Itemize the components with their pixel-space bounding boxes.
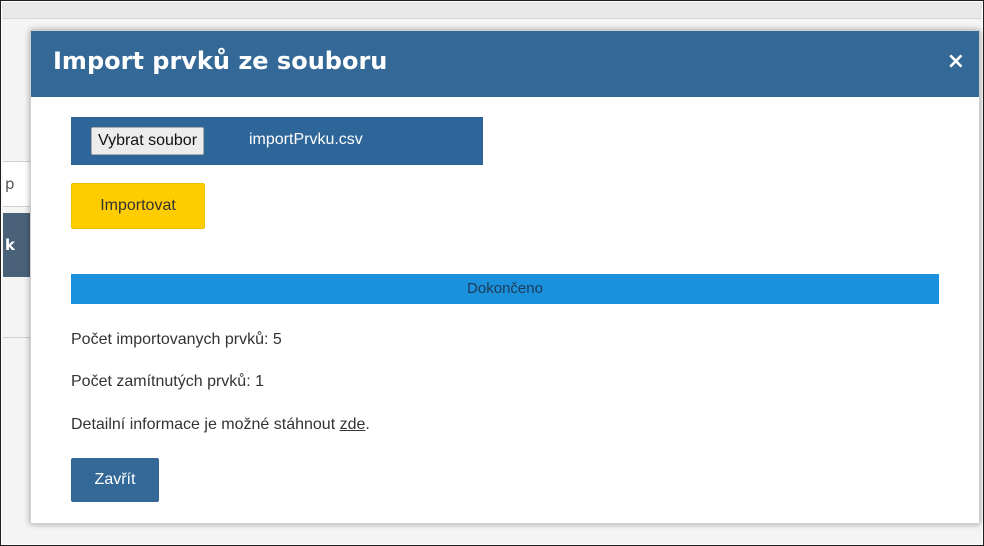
import-dialog: Import prvků ze souboru × Vybrat soubor … [30, 30, 980, 524]
background-top-strip [2, 2, 982, 19]
file-input[interactable]: Vybrat soubor importPrvku.csv [71, 117, 483, 165]
close-icon[interactable]: × [947, 51, 965, 73]
rejected-count-line: Počet zamítnutých prvků: 1 [71, 373, 264, 391]
details-line: Detailní informace je možné stáhnout zde… [71, 416, 370, 434]
details-text: Detailní informace je možné stáhnout [71, 416, 336, 433]
details-suffix: . [365, 416, 370, 433]
details-download-link[interactable]: zde [340, 416, 366, 433]
dialog-header: Import prvků ze souboru × [31, 31, 979, 97]
background-row-fragment [3, 277, 31, 338]
imported-count-label: Počet importovanych prvků: [71, 331, 269, 348]
choose-file-button[interactable]: Vybrat soubor [91, 127, 205, 155]
progress-label: Dokončeno [467, 280, 543, 297]
imported-count-value: 5 [272, 331, 282, 348]
close-button[interactable]: Zavřít [71, 458, 159, 502]
progress-bar: Dokončeno [71, 274, 939, 304]
screenshot-frame: p k Import prvků ze souboru × Vybrat sou… [0, 0, 984, 546]
imported-count-line: Počet importovanych prvků: 5 [71, 331, 282, 349]
background-nav-fragment: k [3, 213, 33, 277]
rejected-count-label: Počet zamítnutých prvků: [71, 373, 251, 390]
selected-file-name: importPrvku.csv [249, 131, 363, 148]
dialog-title: Import prvků ze souboru [53, 47, 388, 75]
rejected-count-value: 1 [255, 373, 264, 390]
import-button[interactable]: Importovat [71, 183, 205, 229]
background-text-fragment: p [3, 161, 33, 207]
